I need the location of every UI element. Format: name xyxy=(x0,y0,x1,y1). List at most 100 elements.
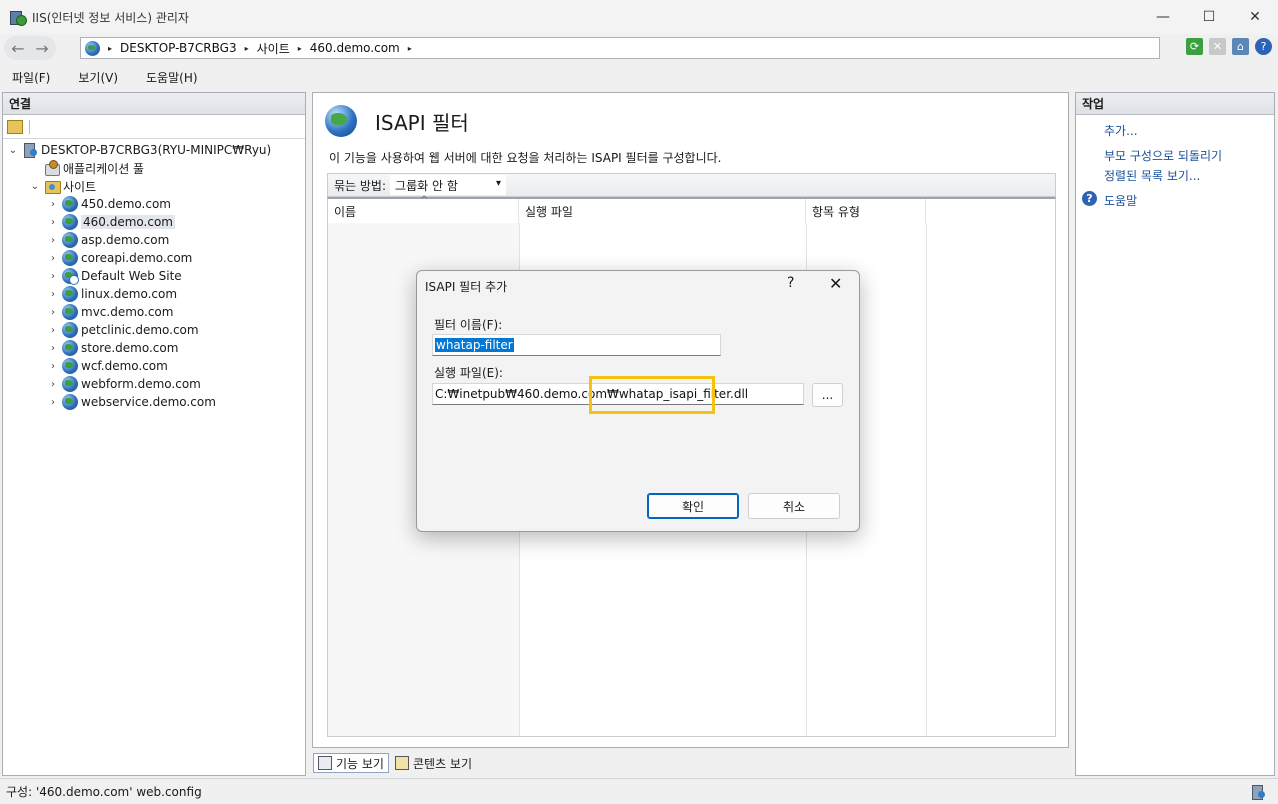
ok-button[interactable]: 확인 xyxy=(647,493,739,519)
back-button[interactable]: ← xyxy=(6,36,30,60)
site-globe-icon xyxy=(62,394,78,410)
menu-file[interactable]: 파일(F) xyxy=(8,67,54,88)
app-pool-icon xyxy=(44,160,60,176)
site-globe-icon xyxy=(62,358,78,374)
breadcrumb-server[interactable]: DESKTOP-B7CRBG3 xyxy=(120,41,237,55)
expand-chevron-icon[interactable]: › xyxy=(47,271,59,282)
toolbar-divider xyxy=(29,119,30,134)
tree-site[interactable]: › webservice.demo.com xyxy=(47,393,216,411)
expand-chevron-icon[interactable]: › xyxy=(47,307,59,318)
tree-site-selected[interactable]: › 460.demo.com xyxy=(47,213,175,231)
column-header-entry-type[interactable]: 항목 유형 xyxy=(806,199,926,223)
tree-site[interactable]: › Default Web Site xyxy=(47,267,182,285)
view-tabs: 기능 보기 콘텐츠 보기 xyxy=(313,752,478,774)
forward-button[interactable]: → xyxy=(30,36,54,60)
tree-site[interactable]: › asp.demo.com xyxy=(47,231,169,249)
address-row: ← → ▸ DESKTOP-B7CRBG3 ▸ 사이트 ▸ 460.demo.c… xyxy=(0,34,1278,62)
expand-chevron-icon[interactable]: › xyxy=(47,325,59,336)
expand-chevron-icon[interactable]: › xyxy=(47,379,59,390)
minimize-button[interactable]: — xyxy=(1140,0,1186,34)
help-circle-icon: ? xyxy=(1082,191,1097,206)
dialog-help-button[interactable]: ? xyxy=(787,275,794,291)
action-revert-parent[interactable]: 부모 구성으로 되돌리기 xyxy=(1104,147,1222,164)
iis-app-icon xyxy=(10,9,27,26)
connections-toolbar xyxy=(3,115,305,139)
menu-view[interactable]: 보기(V) xyxy=(74,67,122,88)
tab-features-view[interactable]: 기능 보기 xyxy=(313,753,389,773)
action-help[interactable]: 도움말 xyxy=(1104,192,1137,209)
site-globe-icon xyxy=(62,214,78,230)
tree-server[interactable]: ⌄ DESKTOP-B7CRBG3(RYU-MINIPC₩Ryu) xyxy=(7,141,271,159)
tree-site[interactable]: › mvc.demo.com xyxy=(47,303,173,321)
site-globe-icon xyxy=(62,340,78,356)
sites-folder-icon xyxy=(44,178,61,194)
cancel-button[interactable]: 취소 xyxy=(748,493,840,519)
toolbar-icons: ⟳ ✕ ⌂ ? xyxy=(1186,38,1272,55)
expand-chevron-icon[interactable]: › xyxy=(47,397,59,408)
refresh-icon[interactable]: ⟳ xyxy=(1186,38,1203,55)
tree-site[interactable]: › 450.demo.com xyxy=(47,195,171,213)
connect-icon[interactable] xyxy=(7,119,23,134)
tree-site[interactable]: › store.demo.com xyxy=(47,339,178,357)
nav-buttons: ← → xyxy=(4,36,56,60)
feature-description: 이 기능을 사용하여 웹 서버에 대한 요청을 처리하는 ISAPI 필터를 구… xyxy=(329,151,722,165)
dll-highlight-box xyxy=(589,376,715,414)
column-header-name[interactable]: 이름 ^ xyxy=(328,195,519,223)
collapse-chevron-icon[interactable]: ⌄ xyxy=(7,145,19,156)
breadcrumb-arrow-icon: ▸ xyxy=(407,43,412,53)
action-add[interactable]: 추가... xyxy=(1104,122,1138,139)
group-by-select[interactable]: 그룹화 안 함 xyxy=(390,175,507,195)
tree-site[interactable]: › petclinic.demo.com xyxy=(47,321,199,339)
dialog-close-button[interactable]: ✕ xyxy=(829,274,842,293)
site-globe-icon xyxy=(62,250,78,266)
expand-chevron-icon[interactable]: › xyxy=(47,253,59,264)
isapi-globe-icon xyxy=(325,105,357,137)
group-by-label: 묶는 방법: xyxy=(334,178,387,193)
actions-header: 작업 xyxy=(1076,93,1274,115)
expand-chevron-icon[interactable]: › xyxy=(47,217,59,228)
help-icon[interactable]: ? xyxy=(1255,38,1272,55)
home-icon[interactable]: ⌂ xyxy=(1232,38,1249,55)
status-text: 구성: '460.demo.com' web.config xyxy=(6,785,202,799)
expand-chevron-icon[interactable]: › xyxy=(47,289,59,300)
collapse-chevron-icon[interactable]: ⌄ xyxy=(29,181,41,192)
column-header-executable[interactable]: 실행 파일 xyxy=(519,199,806,223)
tree-site[interactable]: › wcf.demo.com xyxy=(47,357,168,375)
page-title: ISAPI 필터 xyxy=(375,111,469,135)
status-server-icon xyxy=(1250,784,1266,800)
breadcrumb-sites[interactable]: 사이트 xyxy=(257,40,290,57)
dialog-title: ISAPI 필터 추가 xyxy=(425,280,508,294)
expand-chevron-icon[interactable]: › xyxy=(47,343,59,354)
site-globe-icon xyxy=(62,376,78,392)
tree-site[interactable]: › linux.demo.com xyxy=(47,285,177,303)
maximize-button[interactable]: ☐ xyxy=(1186,0,1232,34)
menu-help[interactable]: 도움말(H) xyxy=(142,67,202,88)
browse-button[interactable]: ... xyxy=(812,383,843,407)
expand-chevron-icon[interactable]: › xyxy=(47,235,59,246)
column-divider xyxy=(926,223,927,736)
action-view-ordered-list[interactable]: 정렬된 목록 보기... xyxy=(1104,167,1200,184)
tab-content-view[interactable]: 콘텐츠 보기 xyxy=(391,753,476,773)
expand-chevron-icon[interactable]: › xyxy=(47,199,59,210)
content-view-icon xyxy=(394,756,409,770)
server-icon xyxy=(22,142,38,158)
status-bar: 구성: '460.demo.com' web.config xyxy=(0,778,1278,804)
breadcrumb-arrow-icon: ▸ xyxy=(244,43,249,53)
group-by-bar: 묶는 방법: 그룹화 안 함 xyxy=(327,173,1056,197)
title-bar: IIS(인터넷 정보 서비스) 관리자 — ☐ ✕ xyxy=(0,0,1278,34)
connections-panel: 연결 ⌄ DESKTOP-B7CRBG3(RYU-MINIPC₩Ryu) 애플리… xyxy=(2,92,306,776)
add-isapi-filter-dialog: ISAPI 필터 추가 ? ✕ 필터 이름(F): whatap-filter … xyxy=(416,270,860,532)
window-title: IIS(인터넷 정보 서비스) 관리자 xyxy=(32,10,189,25)
tree-app-pools[interactable]: 애플리케이션 풀 xyxy=(29,159,144,177)
expand-chevron-icon[interactable]: › xyxy=(47,361,59,372)
filter-name-label: 필터 이름(F): xyxy=(434,318,503,332)
close-button[interactable]: ✕ xyxy=(1232,0,1278,34)
tree-sites[interactable]: ⌄ 사이트 xyxy=(29,177,96,195)
filter-name-input[interactable]: whatap-filter xyxy=(432,334,721,356)
address-bar[interactable]: ▸ DESKTOP-B7CRBG3 ▸ 사이트 ▸ 460.demo.com ▸ xyxy=(80,37,1160,59)
tree-site[interactable]: › coreapi.demo.com xyxy=(47,249,192,267)
breadcrumb-site[interactable]: 460.demo.com xyxy=(310,41,400,55)
stop-icon[interactable]: ✕ xyxy=(1209,38,1226,55)
tree-site[interactable]: › webform.demo.com xyxy=(47,375,201,393)
connections-header: 연결 xyxy=(3,93,305,115)
